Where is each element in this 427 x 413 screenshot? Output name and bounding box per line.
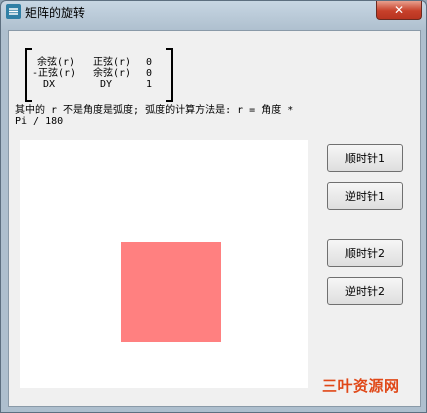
rotate-counterclockwise-1-button[interactable]: 逆时针1 (327, 182, 403, 210)
watermark: 三叶资源网 (322, 377, 400, 395)
window-title: 矩阵的旋转 (25, 6, 86, 20)
matrix-cell-r1c0: -正弦(r) (32, 68, 77, 79)
app-window: 矩阵的旋转 ✕ 余弦(r) 正弦(r) 0 -正弦(r) 余弦(r) 0 DX … (0, 0, 427, 413)
matrix-cell-r0c2: 0 (146, 57, 153, 68)
title-bar[interactable]: 矩阵的旋转 ✕ (1, 1, 426, 25)
rotate-counterclockwise-2-button[interactable]: 逆时针2 (327, 277, 403, 305)
close-icon: ✕ (393, 3, 405, 17)
matrix-left-bracket (25, 48, 32, 102)
matrix-cell-r1c1: 余弦(r) (93, 68, 132, 79)
close-button[interactable]: ✕ (376, 1, 422, 20)
matrix-cell-r1c2: 0 (146, 68, 153, 79)
rotate-clockwise-2-button[interactable]: 顺时针2 (327, 239, 403, 267)
rotated-square (121, 242, 221, 342)
radian-note-line2: Pi / 180 (15, 116, 64, 127)
matrix-cell-r2c0: DX (43, 79, 56, 90)
drawing-canvas[interactable] (20, 140, 308, 388)
matrix-cell-r0c1: 正弦(r) (93, 57, 132, 68)
rotation-matrix: 余弦(r) 正弦(r) 0 -正弦(r) 余弦(r) 0 DX DY 1 (25, 48, 173, 102)
radian-note: 其中的 r 不是角度是弧度; 弧度的计算方法是: r = 角度 * Pi / 1… (15, 105, 415, 127)
radian-note-line1: 其中的 r 不是角度是弧度; 弧度的计算方法是: r = 角度 * (15, 105, 294, 116)
matrix-right-bracket (166, 48, 173, 102)
matrix-cell-r0c0: 余弦(r) (37, 57, 76, 68)
matrix-cell-r2c1: DY (100, 79, 113, 90)
client-area: 余弦(r) 正弦(r) 0 -正弦(r) 余弦(r) 0 DX DY 1 其中的… (8, 30, 421, 407)
app-icon (6, 4, 21, 19)
matrix-cell-r2c2: 1 (146, 79, 153, 90)
rotate-clockwise-1-button[interactable]: 顺时针1 (327, 144, 403, 172)
